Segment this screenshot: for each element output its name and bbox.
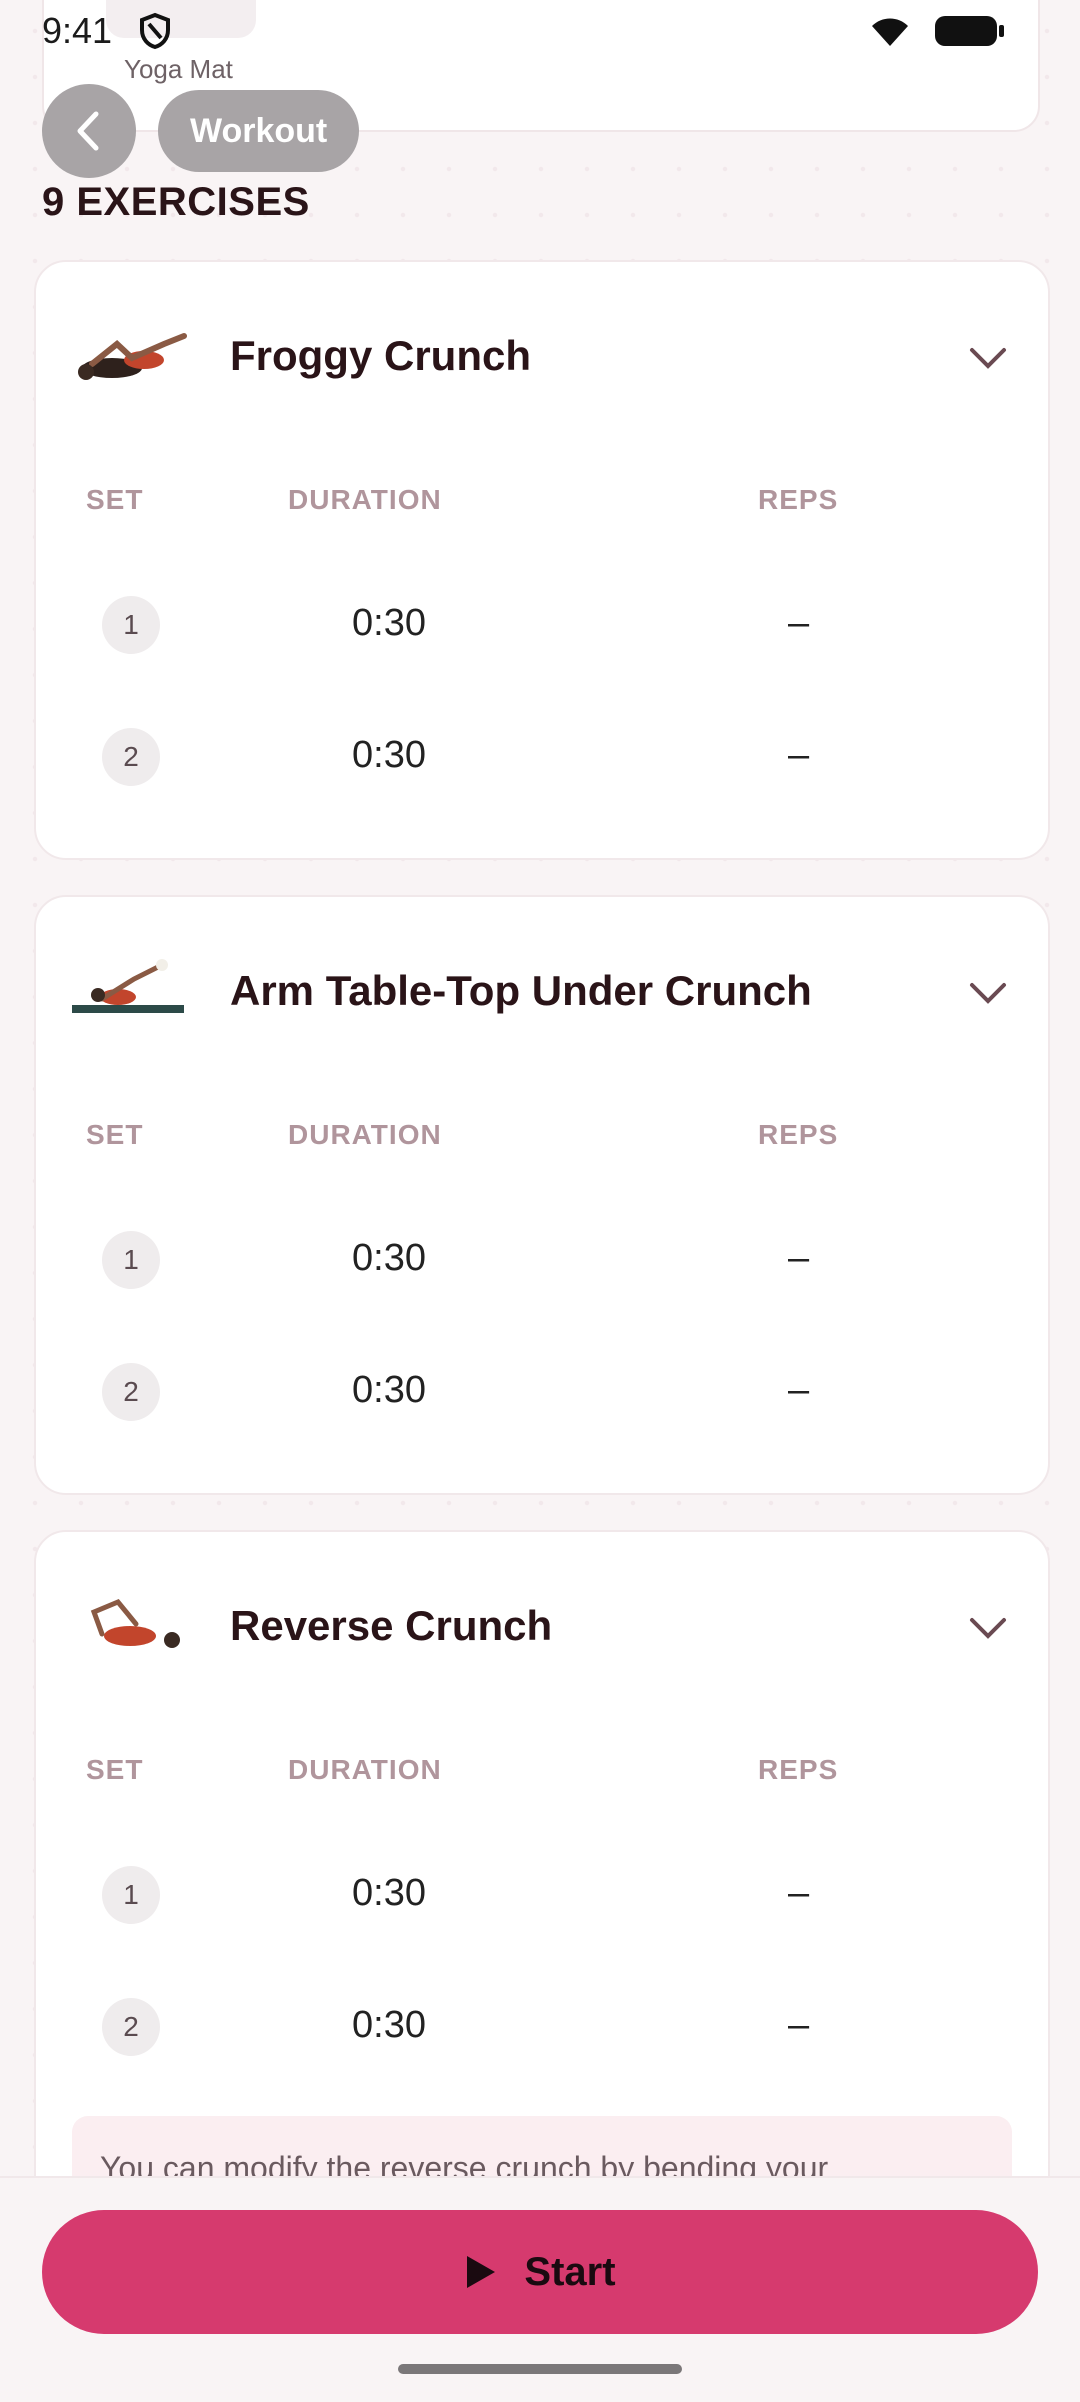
home-indicator[interactable] (398, 2364, 682, 2374)
start-button[interactable]: Start (42, 2210, 1038, 2334)
set-number: 2 (102, 728, 160, 786)
status-bar: 9:41 (0, 0, 1080, 64)
column-duration: DURATION (288, 484, 442, 515)
exercise-name: Reverse Crunch (230, 1602, 553, 1649)
wifi-icon (872, 18, 908, 46)
set-duration[interactable]: 0:30 (352, 1237, 426, 1280)
exercise-thumbnail (72, 959, 184, 1013)
battery-icon (935, 16, 1004, 46)
status-time: 9:41 (42, 10, 113, 51)
back-button[interactable] (42, 84, 136, 178)
shield-icon (140, 12, 170, 50)
set-number: 2 (102, 1998, 160, 2056)
exercise-name: Arm Table-Top Under Crunch (230, 967, 812, 1014)
set-reps[interactable]: – (788, 1369, 809, 1412)
play-icon (467, 2256, 496, 2288)
column-reps: REPS (758, 484, 839, 515)
column-set: SET (86, 1754, 144, 1785)
set-reps[interactable]: – (788, 734, 809, 777)
exercise-thumbnail (90, 1598, 180, 1648)
column-duration: DURATION (288, 1754, 442, 1785)
column-duration: DURATION (288, 1119, 442, 1150)
set-number: 1 (102, 1231, 160, 1289)
column-reps: REPS (758, 1119, 839, 1150)
set-duration[interactable]: 0:30 (352, 734, 426, 777)
set-duration[interactable]: 0:30 (352, 602, 426, 645)
exercises-count-title: 9 EXERCISES (42, 180, 310, 224)
exercise-card-header[interactable]: Reverse Crunch (36, 1532, 1048, 1662)
set-reps[interactable]: – (788, 2004, 809, 2047)
start-label: Start (524, 2249, 616, 2294)
chevron-left-icon (77, 111, 99, 151)
set-duration[interactable]: 0:30 (352, 1369, 426, 1412)
exercise-card: Arm Table-Top Under Crunch SET DURATION … (34, 895, 1050, 1495)
set-number: 2 (102, 1363, 160, 1421)
set-reps[interactable]: – (788, 1237, 809, 1280)
column-reps: REPS (758, 1754, 839, 1785)
chevron-down-icon[interactable] (968, 1614, 1008, 1642)
set-duration[interactable]: 0:30 (352, 1872, 426, 1915)
exercise-card: Froggy Crunch SET DURATION REPS 1 0:30 –… (34, 260, 1050, 860)
column-set: SET (86, 484, 144, 515)
set-number: 1 (102, 596, 160, 654)
exercise-card-header[interactable]: Arm Table-Top Under Crunch (36, 897, 1048, 1027)
chevron-down-icon[interactable] (968, 344, 1008, 372)
set-duration[interactable]: 0:30 (352, 2004, 426, 2047)
workout-title-pill[interactable]: Workout (158, 90, 360, 172)
chevron-down-icon[interactable] (968, 979, 1008, 1007)
set-reps[interactable]: – (788, 602, 809, 645)
exercise-thumbnail (78, 333, 187, 380)
set-number: 1 (102, 1866, 160, 1924)
exercise-name: Froggy Crunch (230, 332, 531, 379)
column-set: SET (86, 1119, 144, 1150)
set-reps[interactable]: – (788, 1872, 809, 1915)
exercise-card-header[interactable]: Froggy Crunch (36, 262, 1048, 392)
